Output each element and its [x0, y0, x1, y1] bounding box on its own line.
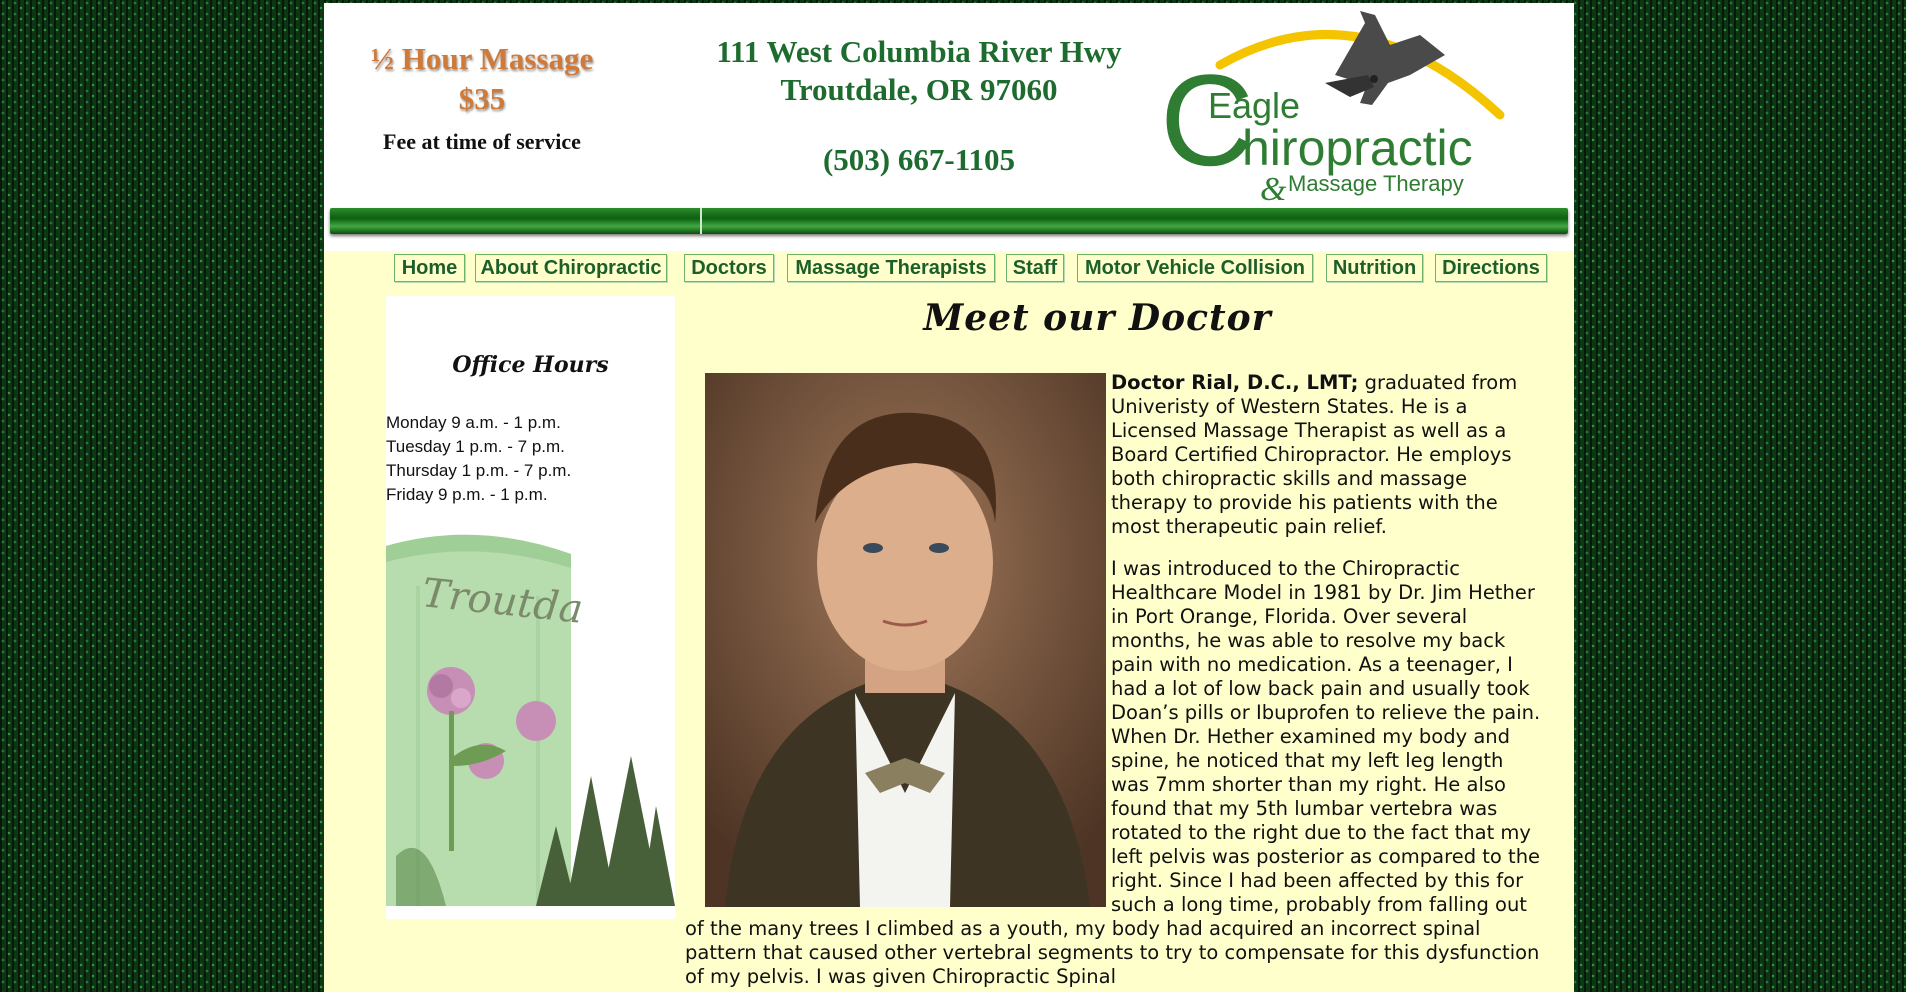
nav-nutrition[interactable]: Nutrition — [1326, 254, 1423, 282]
site-header: ½ Hour Massage $35 Fee at time of servic… — [324, 3, 1574, 251]
address-line-2: Troutdale, OR 97060 — [780, 72, 1058, 107]
address-line-1: 111 West Columbia River Hwy — [716, 34, 1122, 69]
nav-directions[interactable]: Directions — [1435, 254, 1547, 282]
hours-monday: Monday 9 a.m. - 1 p.m. — [386, 413, 561, 432]
logo-word-chiropractic: hiropractic — [1242, 120, 1473, 176]
hours-thursday: Thursday 1 p.m. - 7 p.m. — [386, 461, 572, 480]
nav-doctors[interactable]: Doctors — [684, 254, 774, 282]
nav-motor-vehicle-collision[interactable]: Motor Vehicle Collision — [1077, 254, 1313, 282]
promo-note: Fee at time of service — [383, 129, 581, 154]
office-hours-list: Monday 9 a.m. - 1 p.m. Tuesday 1 p.m. - … — [386, 411, 571, 507]
massage-promo: ½ Hour Massage $35 Fee at time of servic… — [352, 41, 612, 155]
nav-home[interactable]: Home — [394, 254, 465, 282]
office-address: 111 West Columbia River Hwy Troutdale, O… — [684, 33, 1154, 179]
logo-ampersand: & — [1260, 171, 1287, 205]
main-content: Meet our Doctor Doctor Rial, D.C., LMT; … — [685, 293, 1574, 992]
doctor-name: Doctor Rial, D.C., LMT; — [1111, 371, 1359, 394]
logo-tagline: Massage Therapy — [1288, 171, 1464, 196]
nav-staff[interactable]: Staff — [1006, 254, 1064, 282]
hours-tuesday: Tuesday 1 p.m. - 7 p.m. — [386, 437, 565, 456]
page-container: ½ Hour Massage $35 Fee at time of servic… — [324, 3, 1574, 992]
eagle-chiropractic-logo[interactable]: C Eagle hiropractic & Massage Therapy — [1160, 5, 1540, 205]
promo-price: $35 — [458, 81, 506, 116]
office-hours-title: Office Hours — [452, 352, 609, 378]
promo-title: ½ Hour Massage — [370, 41, 594, 76]
hours-friday: Friday 9 p.m. - 1 p.m. — [386, 485, 548, 504]
eagle-icon — [1325, 11, 1445, 105]
header-divider — [330, 208, 1568, 234]
office-hours-sidebar: Office Hours Monday 9 a.m. - 1 p.m. Tues… — [386, 296, 675, 919]
doctor-bio: Doctor Rial, D.C., LMT; graduated from U… — [685, 371, 1545, 992]
nav-about-chiropractic[interactable]: About Chiropractic — [475, 254, 667, 282]
bio-paragraph-1-text: graduated from Univeristy of Western Sta… — [1111, 371, 1518, 538]
nav-massage-therapists[interactable]: Massage Therapists — [787, 254, 995, 282]
page-title: Meet our Doctor — [923, 297, 1272, 339]
phone-number[interactable]: (503) 667-1105 — [684, 141, 1154, 179]
main-nav: Home About Chiropractic Doctors Massage … — [324, 251, 1574, 283]
troutdale-water-tower-image: Troutda — [386, 526, 675, 906]
